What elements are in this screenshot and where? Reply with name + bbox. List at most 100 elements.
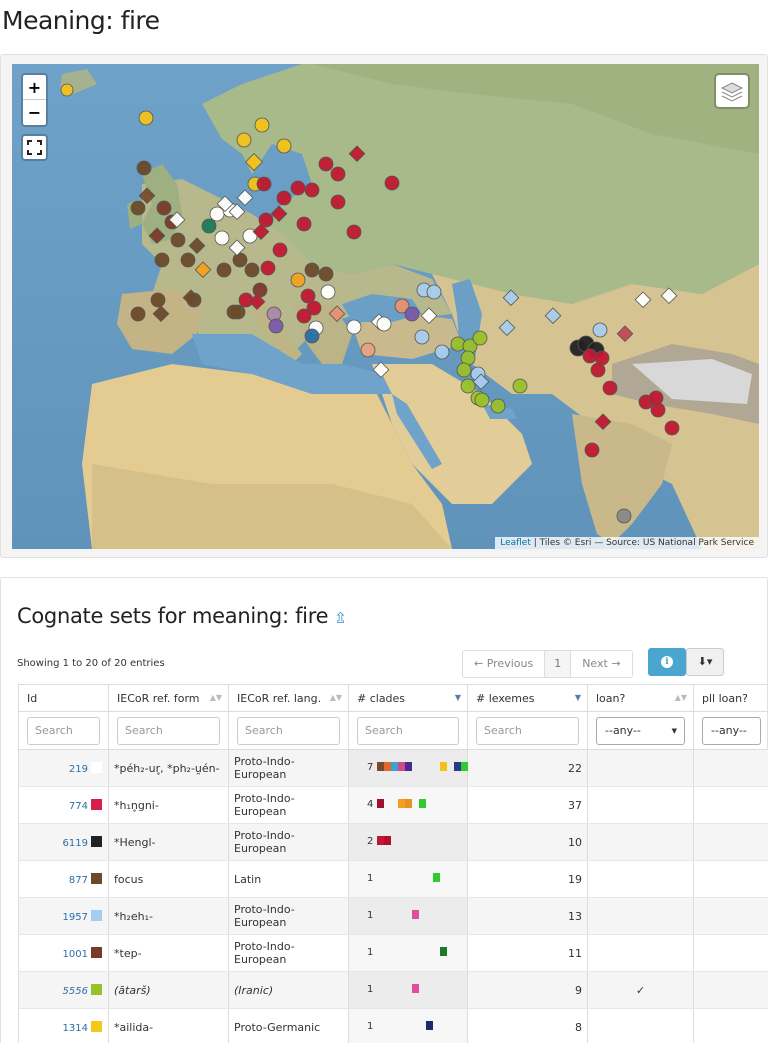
cognate-color-swatch (91, 835, 102, 847)
cognate-set-link[interactable]: 774 (69, 801, 88, 812)
col-lang[interactable]: IECoR ref. lang. ▲▼ (228, 684, 349, 712)
cognate-set-link[interactable]: 1957 (63, 912, 88, 923)
form-cell: focus (108, 860, 229, 898)
table-row: 1314 *ailida- Proto-Germanic 1 8 (18, 1008, 768, 1043)
col-pll-loan-label: pll loan? (702, 691, 748, 705)
clades-search-input[interactable]: Search (357, 716, 459, 745)
cognate-set-link[interactable]: 877 (69, 875, 88, 886)
zoom-in-button[interactable]: + (23, 75, 46, 100)
col-form[interactable]: IECoR ref. form ▲▼ (108, 684, 229, 712)
lexemes-cell: 11 (467, 934, 588, 972)
attribution-text: | Tiles © Esri — Source: US National Par… (530, 538, 754, 548)
pll-loan-cell (693, 786, 768, 824)
cognate-set-link[interactable]: 219 (69, 764, 88, 775)
col-clades[interactable]: # clades ▼ (348, 684, 468, 712)
clades-count: 1 (367, 947, 374, 958)
pll-loan-cell (693, 749, 768, 787)
loan-cell (587, 823, 694, 861)
col-loan[interactable]: loan? ▲▼ (587, 684, 694, 712)
clades-cell: 1 (348, 897, 468, 935)
download-icon: ⬇▾ (697, 655, 713, 668)
entries-info: Showing 1 to 20 of 20 entries (17, 658, 165, 669)
cognate-color-swatch (91, 1020, 102, 1032)
pll-loan-select[interactable]: --any-- (702, 716, 761, 745)
lang-search-input[interactable]: Search (237, 716, 340, 745)
pll-loan-select-value: --any-- (711, 723, 747, 737)
col-lexemes[interactable]: # lexemes ▼ (467, 684, 588, 712)
next-button[interactable]: Next → (571, 651, 631, 677)
lexemes-search-input[interactable]: Search (476, 716, 579, 745)
leaflet-link[interactable]: Leaflet (500, 538, 531, 548)
sort-icon: ▲▼ (209, 693, 222, 702)
cognate-set-link[interactable]: 5556 (63, 986, 88, 997)
form-cell: (ātarš) (108, 971, 229, 1009)
layers-button[interactable] (714, 73, 750, 109)
clades-cell: 1 (348, 1008, 468, 1043)
clade-color-block (412, 984, 419, 993)
form-cell: *péh₂-ur̥, *ph₂-u̯én- (108, 749, 229, 787)
map-markers[interactable] (12, 64, 759, 549)
lang-cell: Latin (228, 860, 349, 898)
clades-count: 7 (367, 762, 374, 773)
col-id-label: Id (27, 691, 38, 705)
lang-cell: Proto-Germanic (228, 1008, 349, 1043)
pll-loan-cell (693, 897, 768, 935)
id-cell: 1001 (18, 934, 109, 972)
filter-cell: Search (108, 711, 229, 750)
id-cell: 1957 (18, 897, 109, 935)
cognate-set-link[interactable]: 6119 (63, 838, 88, 849)
pin-icon[interactable]: ⇫ (334, 609, 347, 627)
clade-color-block (440, 762, 447, 771)
id-search-input[interactable]: Search (27, 716, 100, 745)
form-cell: *h₂eh₁- (108, 897, 229, 935)
id-cell: 219 (18, 749, 109, 787)
pll-loan-cell (693, 1008, 768, 1043)
loan-select[interactable]: --any-- ▼ (596, 716, 685, 745)
lang-cell: Proto-Indo-European (228, 934, 349, 972)
lang-cell: Proto-Indo-European (228, 823, 349, 861)
previous-button[interactable]: ← Previous (463, 651, 546, 677)
loan-cell (587, 786, 694, 824)
loan-cell (587, 934, 694, 972)
sort-icon: ▲▼ (674, 693, 687, 702)
col-id[interactable]: Id (18, 684, 109, 712)
lexemes-cell: 13 (467, 897, 588, 935)
download-button[interactable]: ⬇▾ (686, 648, 724, 676)
filter-cell: Search (18, 711, 109, 750)
loan-cell (587, 897, 694, 935)
clades-cell: 1 (348, 971, 468, 1009)
filter-cell: Search (467, 711, 588, 750)
lexemes-cell: 22 (467, 749, 588, 787)
clades-cell: 2 (348, 823, 468, 861)
table-row: 219 *péh₂-ur̥, *ph₂-u̯én- Proto-Indo-Europ… (18, 749, 768, 787)
info-button[interactable]: i (648, 648, 686, 676)
lexemes-cell: 37 (467, 786, 588, 824)
col-loan-label: loan? (596, 691, 626, 705)
cognate-color-swatch (91, 909, 102, 921)
page-1-button[interactable]: 1 (545, 651, 572, 677)
lang-cell: Proto-Indo-European (228, 749, 349, 787)
cognate-set-link[interactable]: 1314 (63, 1023, 88, 1034)
col-pll-loan[interactable]: pll loan? (693, 684, 768, 712)
clade-color-block (440, 947, 447, 956)
cognate-set-link[interactable]: 1001 (63, 949, 88, 960)
lexemes-cell: 9 (467, 971, 588, 1009)
zoom-out-button[interactable]: − (23, 100, 46, 125)
id-cell: 774 (18, 786, 109, 824)
clades-count: 1 (367, 910, 374, 921)
cognate-sets-title: Cognate sets for meaning: fire ⇫ (17, 604, 347, 628)
zoom-control: + − (21, 73, 48, 127)
form-cell: *ailida- (108, 1008, 229, 1043)
col-clades-label: # clades (357, 691, 406, 705)
clades-cell: 7 (348, 749, 468, 787)
info-icon: i (661, 656, 673, 668)
sort-desc-icon: ▼ (454, 693, 461, 702)
form-search-input[interactable]: Search (117, 716, 220, 745)
fullscreen-button[interactable] (21, 134, 48, 161)
id-cell: 6119 (18, 823, 109, 861)
pll-loan-cell (693, 823, 768, 861)
clades-count: 1 (367, 873, 374, 884)
filter-cell: --any-- (693, 711, 768, 750)
map[interactable]: + − Leaflet | Tiles © Esri — Source: US … (12, 64, 759, 549)
lang-cell: Proto-Indo-European (228, 897, 349, 935)
